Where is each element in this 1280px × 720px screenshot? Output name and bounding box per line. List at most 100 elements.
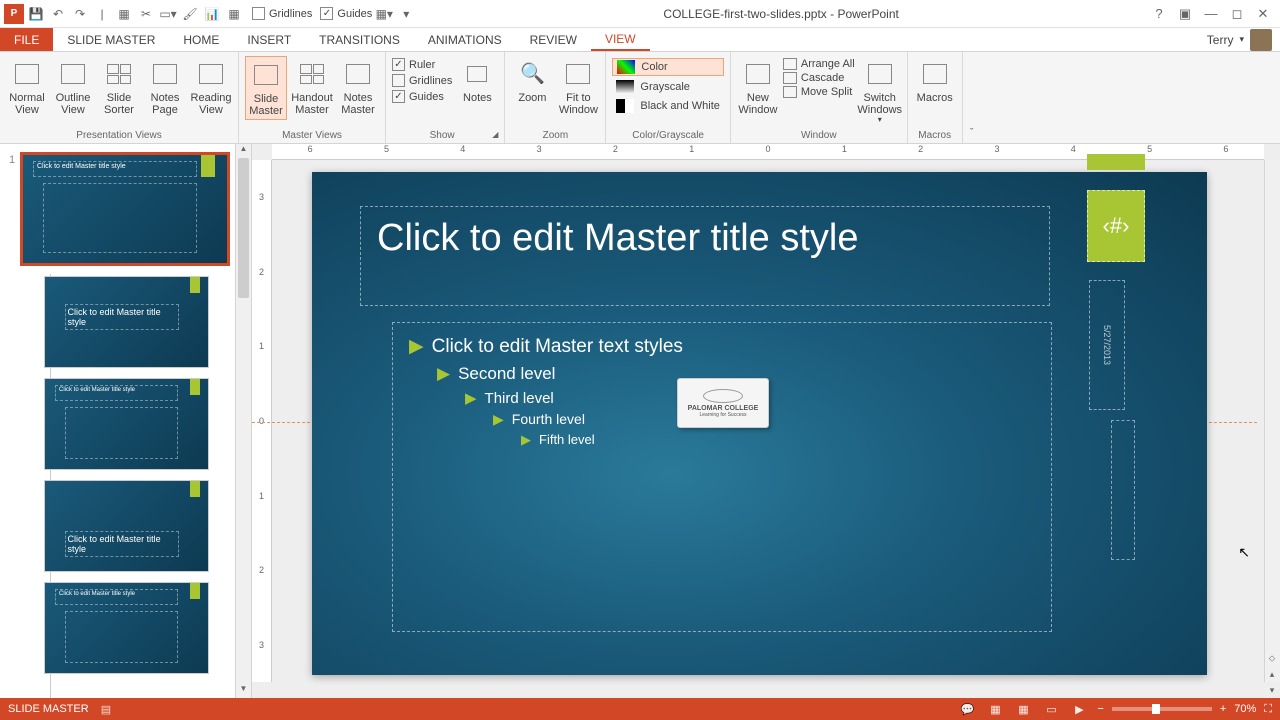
thumb-title: Click to edit Master title style: [55, 589, 178, 605]
format-painter-icon[interactable]: 🖌: [180, 4, 200, 24]
zoom-in-icon[interactable]: +: [1220, 703, 1226, 715]
switch-windows-button[interactable]: Switch Windows▾: [859, 56, 901, 127]
zoom-slider[interactable]: [1112, 707, 1212, 711]
group-label: Master Views: [245, 128, 379, 143]
macros-button[interactable]: Macros: [914, 56, 956, 106]
bw-option[interactable]: Black and White: [612, 98, 723, 114]
group-show: ✓Ruler Gridlines ✓Guides Notes Show ◢: [386, 52, 505, 143]
qat-gridlines-checkbox[interactable]: Gridlines: [252, 7, 312, 20]
minimize-icon[interactable]: —: [1198, 4, 1224, 24]
arrange-all-button[interactable]: Arrange All: [783, 58, 855, 70]
scroll-up-icon[interactable]: ▲: [236, 144, 251, 158]
slideshow-icon[interactable]: ▶: [1069, 701, 1089, 717]
ruler-checkbox[interactable]: ✓Ruler: [392, 58, 452, 71]
notes-master-button[interactable]: Notes Master: [337, 56, 379, 118]
canvas-scrollbar[interactable]: [1264, 160, 1280, 682]
tab-home[interactable]: HOME: [169, 28, 233, 51]
collapse-ribbon-icon[interactable]: ˇ: [963, 52, 981, 143]
date-text: 5/27/2013: [1102, 325, 1112, 365]
slide-wrap: Click to edit Master title style ‹#› 5/2…: [312, 172, 1207, 675]
footer-placeholder[interactable]: [1111, 420, 1135, 560]
handout-master-button[interactable]: Handout Master: [291, 56, 333, 118]
chart-icon[interactable]: 📊: [202, 4, 222, 24]
page-number-placeholder[interactable]: ‹#›: [1087, 190, 1145, 262]
thumbs-scrollbar[interactable]: ▲ ▼: [235, 144, 251, 698]
notes-button[interactable]: Notes: [456, 56, 498, 106]
ribbon-options-icon[interactable]: ▣: [1172, 4, 1198, 24]
title-placeholder[interactable]: Click to edit Master title style: [360, 206, 1050, 306]
page-number-text: ‹#›: [1103, 213, 1130, 239]
tab-slide-master[interactable]: SLIDE MASTER: [53, 28, 169, 51]
group-color: Color Grayscale Black and White Color/Gr…: [606, 52, 730, 143]
gridlines-checkbox[interactable]: Gridlines: [392, 74, 452, 87]
zoom-handle[interactable]: [1152, 704, 1160, 714]
comments-icon[interactable]: 💬: [957, 701, 977, 717]
maximize-icon[interactable]: ◻: [1224, 4, 1250, 24]
new-slide-icon[interactable]: ▦: [114, 4, 134, 24]
fit-view-icon[interactable]: ⛶: [1264, 703, 1272, 716]
close-icon[interactable]: ✕: [1250, 4, 1276, 24]
college-logo[interactable]: PALOMAR COLLEGE Learning for Success: [677, 378, 769, 428]
slide-master-canvas[interactable]: Click to edit Master title style ‹#› 5/2…: [312, 172, 1207, 675]
group-presentation-views: Normal View Outline View Slide Sorter No…: [0, 52, 239, 143]
date-placeholder[interactable]: 5/27/2013: [1089, 280, 1125, 410]
color-option[interactable]: Color: [612, 58, 723, 76]
layout-thumbnail[interactable]: Click to edit Master title style: [44, 480, 209, 572]
prev-slide-icon[interactable]: ⬦: [1264, 650, 1280, 666]
thumb-number: 1: [4, 152, 20, 266]
notes-page-button[interactable]: Notes Page: [144, 56, 186, 118]
tab-transitions[interactable]: TRANSITIONS: [305, 28, 414, 51]
ribbon-tabs: FILE SLIDE MASTER HOME INSERT TRANSITION…: [0, 28, 1280, 52]
zoom-out-icon[interactable]: −: [1097, 703, 1103, 715]
guides-checkbox[interactable]: ✓Guides: [392, 90, 452, 103]
slide-master-button[interactable]: Slide Master: [245, 56, 287, 120]
qat-guides-checkbox[interactable]: ✓ Guides: [320, 7, 372, 20]
scroll-thumb[interactable]: [238, 158, 249, 298]
zoom-button[interactable]: 🔍Zoom: [511, 56, 553, 106]
fit-window-button[interactable]: Fit to Window: [557, 56, 599, 118]
reading-view-button[interactable]: Reading View: [190, 56, 232, 118]
shapes-icon[interactable]: ▭▾: [158, 4, 178, 24]
logo-text-top: PALOMAR COLLEGE: [688, 405, 759, 412]
prev-icon[interactable]: ▴: [1264, 666, 1280, 682]
body-placeholder[interactable]: ▶Click to edit Master text styles ▶Secon…: [392, 322, 1052, 632]
ribbon: Normal View Outline View Slide Sorter No…: [0, 52, 1280, 144]
new-window-button[interactable]: New Window: [737, 56, 779, 118]
reading-view-icon[interactable]: ▭: [1041, 701, 1061, 717]
scroll-down-icon[interactable]: ▼: [236, 684, 251, 698]
tab-insert[interactable]: INSERT: [233, 28, 305, 51]
zoom-level[interactable]: 70%: [1234, 703, 1256, 715]
move-split-button[interactable]: Move Split: [783, 86, 855, 98]
thumb-title: Click to edit Master title style: [55, 385, 178, 401]
slide-sorter-button[interactable]: Slide Sorter: [98, 56, 140, 118]
master-thumb-wrap: 1 Click to edit Master title style: [4, 152, 247, 266]
layout-thumbnail[interactable]: Click to edit Master title style: [44, 276, 209, 368]
cut-icon[interactable]: ✂: [136, 4, 156, 24]
status-icon[interactable]: ▤: [101, 703, 111, 716]
layout-thumbnail[interactable]: Click to edit Master title style: [44, 378, 209, 470]
sorter-view-icon[interactable]: ▦: [1013, 701, 1033, 717]
tab-file[interactable]: FILE: [0, 28, 53, 51]
layout-icon[interactable]: ▦▾: [374, 4, 394, 24]
layout-thumbnail[interactable]: Click to edit Master title style: [44, 582, 209, 674]
bullet-level-5: ▶Fifth level: [521, 432, 1035, 448]
table-icon[interactable]: ▦: [224, 4, 244, 24]
next-icon[interactable]: ▾: [1264, 682, 1280, 698]
tab-view[interactable]: VIEW: [591, 28, 650, 51]
qat-customize-icon[interactable]: ▾: [396, 4, 416, 24]
save-icon[interactable]: 💾: [26, 4, 46, 24]
grayscale-option[interactable]: Grayscale: [612, 79, 723, 95]
normal-view-icon[interactable]: ▦: [985, 701, 1005, 717]
qat-guides-label: Guides: [337, 8, 372, 20]
undo-icon[interactable]: ↶: [48, 4, 68, 24]
normal-view-button[interactable]: Normal View: [6, 56, 48, 118]
chevron-down-icon: ▾: [1239, 34, 1244, 45]
help-icon[interactable]: ?: [1146, 4, 1172, 24]
outline-view-button[interactable]: Outline View: [52, 56, 94, 118]
master-thumbnail[interactable]: Click to edit Master title style: [20, 152, 230, 266]
tab-animations[interactable]: ANIMATIONS: [414, 28, 516, 51]
tab-review[interactable]: REVIEW: [516, 28, 591, 51]
user-area[interactable]: Terry ▾: [1207, 28, 1280, 51]
redo-icon[interactable]: ↷: [70, 4, 90, 24]
cascade-button[interactable]: Cascade: [783, 72, 855, 84]
